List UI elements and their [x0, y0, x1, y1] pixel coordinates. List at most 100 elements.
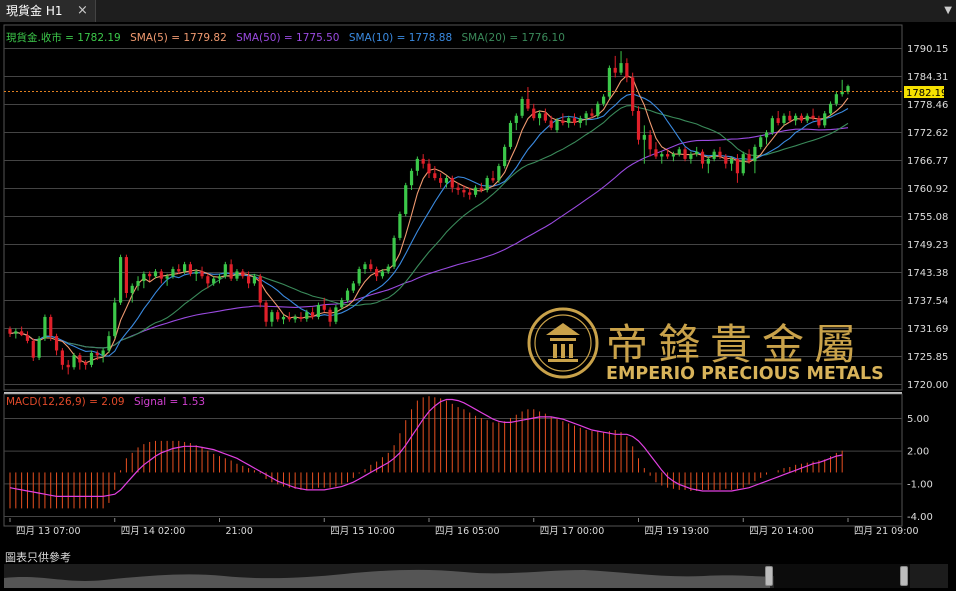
candle-body: [578, 118, 582, 123]
candle-body: [235, 271, 239, 279]
price-legend: 現貨金.收市 = 1782.19 SMA(5) = 1779.82 SMA(50…: [6, 31, 565, 44]
candle-body: [706, 158, 710, 164]
candle-body: [805, 115, 809, 121]
candle-body: [596, 103, 600, 116]
candle-body: [264, 302, 268, 322]
time-tick-label: 四月 14 02:00: [121, 526, 186, 537]
candle-body: [526, 99, 530, 109]
time-tick-label: 21:00: [226, 526, 253, 537]
price-tick-label: 1749.23: [907, 240, 948, 251]
candle-body: [375, 269, 379, 277]
candle-body: [543, 113, 547, 121]
legend-close: 現貨金.收市 = 1782.19: [6, 31, 121, 44]
candle-body: [689, 154, 693, 159]
macd-tick-label: -1.00: [907, 479, 933, 490]
candle-body: [392, 237, 396, 267]
candle-body: [386, 266, 390, 272]
price-tick-label: 1737.54: [907, 296, 948, 307]
candle-body: [159, 271, 163, 279]
time-tick-label: 四月 20 14:00: [749, 526, 814, 537]
candle-body: [84, 362, 88, 365]
candle-body: [491, 178, 495, 181]
candle-body: [468, 192, 472, 195]
candle-body: [439, 178, 443, 183]
candle-body: [561, 120, 565, 123]
time-tick-label: 四月 13 07:00: [16, 526, 81, 537]
candle-body: [258, 276, 262, 303]
candle-body: [188, 264, 193, 274]
price-tick-label: 1755.08: [907, 212, 948, 223]
candle-body: [95, 352, 99, 356]
candle-body: [607, 67, 612, 97]
candle-body: [724, 156, 728, 164]
candle-body: [718, 151, 722, 157]
tab-xau-h1[interactable]: 現貨金 H1 ×: [0, 0, 96, 22]
candle-body: [794, 115, 798, 121]
candle-body: [730, 158, 734, 164]
candle-body: [223, 264, 227, 277]
candle-body: [241, 271, 245, 277]
price-tick-label: 1784.31: [907, 72, 948, 83]
time-tick-label: 四月 16 05:00: [435, 526, 500, 537]
candle-body: [124, 257, 128, 293]
tab-label: 現貨金 H1: [6, 4, 63, 18]
candle-body: [625, 63, 629, 78]
candle-body: [171, 269, 175, 277]
candle-body: [177, 269, 181, 272]
chevron-down-icon[interactable]: ▼: [944, 2, 952, 20]
candle-body: [252, 276, 257, 284]
chart-area[interactable]: 帝鋒貴金屬 EMPERIO PRECIOUS METALS 1782.19 現貨…: [0, 22, 956, 548]
candle-body: [78, 355, 82, 363]
time-tick-label: 四月 21 09:00: [854, 526, 919, 537]
candle-body: [567, 118, 571, 123]
candle-body: [532, 108, 536, 119]
macd-tick-label: -4.00: [907, 512, 933, 523]
candle-body: [584, 113, 588, 119]
candle-body: [433, 173, 437, 179]
candle-body: [788, 115, 792, 121]
candle-body: [182, 264, 187, 272]
navigator-scrollbar[interactable]: [4, 564, 948, 588]
candle-body: [194, 271, 198, 274]
candle-body: [497, 166, 501, 181]
watermark-chinese: 帝鋒貴金屬: [606, 320, 866, 369]
candle-body: [14, 331, 18, 334]
candle-body: [631, 77, 635, 111]
navigator-right-handle[interactable]: [900, 566, 908, 586]
candle-body: [217, 276, 222, 279]
candle-body: [72, 355, 76, 368]
candle-body: [200, 271, 204, 277]
time-tick-label: 四月 17 00:00: [540, 526, 605, 537]
price-tick-label: 1731.69: [907, 324, 948, 335]
candle-body: [473, 187, 478, 195]
candle-body: [363, 264, 367, 270]
candle-body: [66, 364, 70, 368]
candle-body: [305, 312, 309, 319]
candle-body: [427, 163, 431, 174]
candle-body: [281, 316, 286, 320]
candle-body: [409, 170, 414, 186]
candle-body: [136, 281, 140, 286]
candle-body: [636, 110, 641, 140]
close-icon[interactable]: ×: [77, 1, 88, 21]
candle-body: [25, 335, 30, 341]
candle-body: [165, 276, 169, 279]
candle-body: [148, 273, 152, 277]
candle-body: [351, 283, 355, 291]
candle-body: [316, 304, 321, 317]
candle-body: [276, 312, 280, 320]
navigator-left-handle[interactable]: [765, 566, 773, 586]
macd-legend-signal: Signal = 1.53: [134, 396, 205, 408]
time-tick-label: 四月 19 19:00: [645, 526, 710, 537]
legend-sma5: SMA(5) = 1779.82: [130, 32, 227, 44]
macd-legend-value: MACD(12,26,9) = 2.09: [6, 396, 125, 408]
candle-body: [764, 132, 769, 138]
candle-body: [54, 336, 59, 351]
candle-body: [287, 316, 291, 320]
candle-body: [665, 154, 670, 157]
candle-body: [613, 67, 617, 73]
candle-body: [462, 190, 466, 193]
candle-body: [485, 178, 489, 191]
candle-body: [107, 336, 111, 351]
candle-body: [817, 118, 821, 126]
